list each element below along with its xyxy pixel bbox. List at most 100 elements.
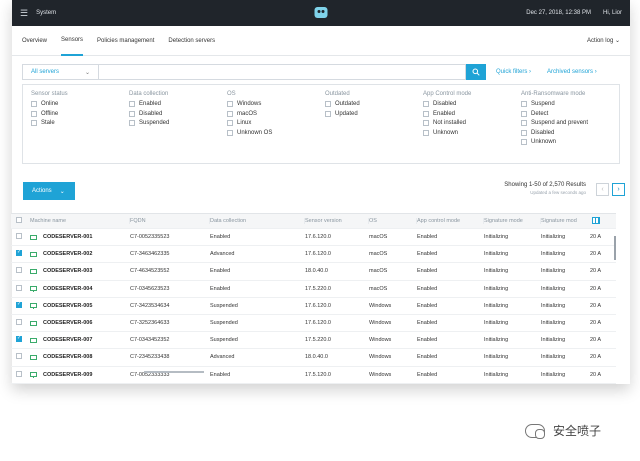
facet-option[interactable]: Enabled (423, 110, 521, 117)
column-header[interactable]: Data collection (210, 218, 305, 224)
machine-name[interactable]: CODESERVER-003 (43, 268, 92, 274)
facet-option[interactable]: Windows (227, 101, 325, 107)
facet-option[interactable]: Suspend (521, 101, 619, 107)
tab-detection-servers[interactable]: Detection servers (168, 27, 215, 55)
hamburger-menu-icon[interactable]: ☰ (20, 8, 28, 19)
table-row[interactable]: CODESERVER-008 C7-2345233438 Advanced 18.0.… (11, 349, 616, 367)
vertical-scrollbar[interactable] (614, 236, 616, 260)
row-checkbox[interactable] (16, 267, 22, 274)
facet-option[interactable]: Suspended (129, 120, 227, 126)
checkbox[interactable] (227, 110, 233, 117)
checkbox[interactable] (521, 110, 527, 117)
search-button[interactable] (466, 64, 486, 80)
column-header[interactable]: OS (369, 218, 417, 224)
machine-name[interactable]: CODESERVER-001 (43, 234, 92, 240)
row-checkbox[interactable] (16, 301, 22, 308)
facet-option[interactable]: Disabled (423, 101, 521, 107)
table-row[interactable]: CODESERVER-007 C7-0343452352 Suspended 17.5… (11, 332, 616, 350)
archived-sensors-link[interactable]: Archived sensors › (547, 69, 597, 75)
column-header[interactable]: Machine name (30, 218, 130, 224)
search-input[interactable] (98, 64, 466, 80)
actions-button[interactable]: Actions ⌄ (23, 182, 75, 200)
checkbox[interactable] (325, 101, 331, 107)
column-header[interactable]: Sensor version (305, 218, 369, 224)
facet-option[interactable]: Offline (31, 110, 129, 117)
row-checkbox[interactable] (16, 353, 22, 360)
facet-option[interactable]: macOS (227, 110, 325, 117)
facet-option[interactable]: Linux (227, 120, 325, 126)
facet-option[interactable]: Suspend and prevent (521, 120, 619, 126)
checkbox[interactable] (423, 101, 429, 107)
table-row[interactable]: CODESERVER-004 C7-0345623523 Enabled 17.5.2… (11, 281, 616, 298)
row-checkbox[interactable] (16, 284, 22, 291)
cell-ver: 17.6.120.0 (305, 251, 331, 258)
action-log-button[interactable]: Action log ⌄ (587, 37, 620, 44)
facet-option[interactable]: Stale (31, 120, 129, 126)
machine-name[interactable]: CODESERVER-006 (43, 320, 92, 326)
machine-name[interactable]: CODESERVER-007 (43, 337, 92, 343)
columns-icon[interactable] (592, 216, 600, 224)
tab-overview[interactable]: Overview (22, 27, 47, 55)
column-header[interactable]: Signature mod (541, 218, 590, 224)
checkbox[interactable] (521, 139, 527, 145)
facet-option[interactable]: Unknown OS (227, 129, 325, 136)
facet-option[interactable]: Online (31, 101, 129, 107)
checkbox[interactable] (521, 101, 527, 107)
facet-option[interactable]: Outdated (325, 101, 423, 107)
server-select[interactable]: All servers ⌄ (22, 64, 98, 80)
facet-option[interactable]: Unknown (423, 129, 521, 136)
column-header[interactable]: App control mode (417, 218, 484, 224)
checkbox[interactable] (227, 101, 233, 107)
column-header[interactable]: FQDN (130, 218, 210, 224)
row-checkbox[interactable] (16, 336, 22, 343)
quick-filters-link[interactable]: Quick filters › (496, 69, 531, 75)
checkbox[interactable] (129, 101, 135, 107)
checkbox[interactable] (521, 120, 527, 126)
machine-name[interactable]: CODESERVER-004 (43, 286, 92, 292)
checkbox[interactable] (129, 110, 135, 117)
machine-name[interactable]: CODESERVER-005 (43, 303, 92, 309)
column-settings-cell (590, 216, 616, 226)
column-header[interactable]: Signature mode (484, 218, 541, 224)
checkbox[interactable] (423, 129, 429, 136)
checkbox[interactable] (31, 101, 37, 107)
facet-option[interactable]: Detect (521, 110, 619, 117)
facet-option[interactable]: Disabled (129, 110, 227, 117)
table-row[interactable]: CODESERVER-005 C7-3423534634 Suspended 17.6… (11, 298, 616, 315)
checkbox[interactable] (129, 120, 135, 126)
table-row[interactable]: CODESERVER-006 C7-3252364633 Suspended 17.6… (11, 315, 616, 333)
checkbox[interactable] (227, 129, 233, 136)
facet-option[interactable]: Enabled (129, 101, 227, 107)
user-greeting[interactable]: Hi, Lior (603, 10, 622, 16)
checkbox[interactable] (423, 110, 429, 117)
facet-option[interactable]: Unknown (521, 139, 619, 145)
select-all-checkbox[interactable] (16, 217, 22, 223)
row-checkbox[interactable] (16, 233, 22, 240)
facet-option[interactable]: Disabled (521, 129, 619, 136)
table-row[interactable]: CODESERVER-001 C7-0052335523 Enabled 17.6.1… (11, 229, 616, 247)
table-row[interactable]: CODESERVER-003 C7-4634523552 Enabled 18.0.4… (11, 263, 616, 281)
checkbox[interactable] (31, 110, 37, 117)
facet-option[interactable]: Updated (325, 110, 423, 117)
machine-name[interactable]: CODESERVER-009 (43, 372, 92, 378)
machine-name[interactable]: CODESERVER-002 (43, 251, 92, 257)
next-page-button[interactable]: › (612, 183, 625, 196)
checkbox[interactable] (227, 120, 233, 126)
checkbox[interactable] (521, 129, 527, 136)
row-checkbox[interactable] (16, 250, 22, 257)
tab-policies-management[interactable]: Policies management (97, 27, 154, 55)
table-row[interactable]: CODESERVER-009 C7-0052333333 Enabled 17.5.1… (11, 367, 616, 384)
facet-option[interactable]: Not installed (423, 120, 521, 126)
checkbox[interactable] (325, 110, 331, 117)
cell-extra: 20 A (590, 371, 602, 378)
row-checkbox[interactable] (16, 319, 22, 326)
row-checkbox[interactable] (16, 370, 22, 377)
tab-sensors[interactable]: Sensors (61, 26, 84, 56)
table-row[interactable]: CODESERVER-002 C7-3463462335 Advanced 17.6.… (11, 246, 616, 264)
checkbox[interactable] (31, 120, 37, 126)
facet-option-label: Online (41, 101, 59, 107)
checkbox[interactable] (423, 120, 429, 126)
prev-page-button[interactable]: ‹ (596, 183, 609, 196)
horizontal-scrollbar[interactable] (144, 371, 204, 373)
machine-name[interactable]: CODESERVER-008 (43, 354, 92, 360)
